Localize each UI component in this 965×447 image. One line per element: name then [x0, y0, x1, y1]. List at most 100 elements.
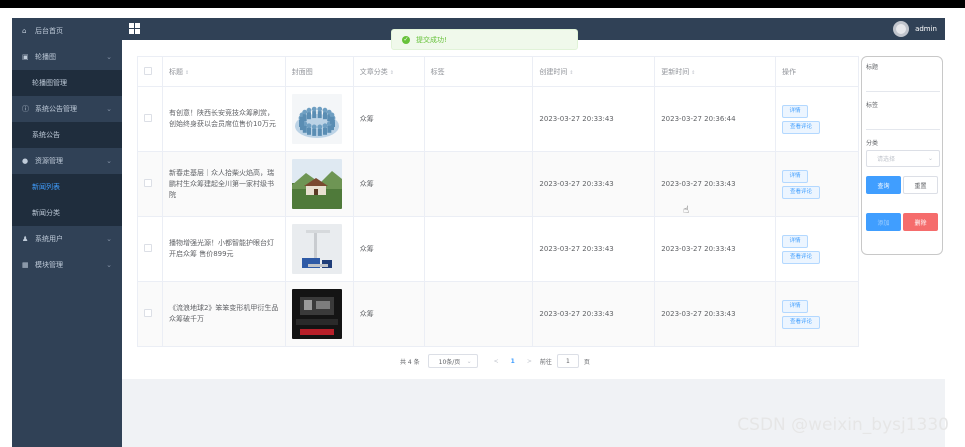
title-cell: 播物增强光源！小都智能护眼台灯开启众筹 售价899元 — [161, 216, 286, 282]
user-menu[interactable]: admin — [893, 21, 937, 37]
view-comments-button[interactable]: 查看评论 — [782, 120, 821, 134]
column-header-created[interactable]: 创建时间 ⇕ — [532, 56, 656, 87]
view-comments-button[interactable]: 查看评论 — [782, 185, 821, 199]
column-header-category[interactable]: 文章分类 ⇕ — [352, 56, 425, 87]
created-cell: 2023-03-27 20:33:43 — [532, 151, 656, 217]
detail-button[interactable]: 详情 — [782, 299, 809, 313]
table-row: 《流浪地球2》笨笨变形机甲衍生品众筹破千万 众筹 2023-03-27 20:33:… — [137, 281, 859, 347]
row-select-cell[interactable] — [137, 151, 163, 217]
row-checkbox[interactable] — [144, 114, 152, 122]
category-select[interactable]: 请选择 ⌄ — [866, 150, 940, 167]
sidebar-item[interactable]: 新闻列表 — [12, 174, 122, 200]
username: admin — [915, 25, 937, 33]
cover-image[interactable] — [291, 289, 353, 339]
chevron-icon: ⌄ — [106, 261, 112, 269]
goto-page-input[interactable]: 1 — [556, 354, 579, 368]
home-icon: ⌂ — [22, 27, 27, 35]
title-cell: 有创意！陕西长安竞技众筹刷赏，创始终身获以会员席位售价10万元 — [161, 86, 286, 152]
actions-cell: 详情 查看评论 — [775, 216, 859, 282]
select-all-checkbox[interactable] — [144, 66, 152, 75]
cover-image[interactable] — [291, 224, 353, 274]
user-icon: ♟ — [22, 235, 29, 243]
row-checkbox[interactable] — [144, 309, 152, 317]
sidebar-item[interactable]: ● 资源管理 ⌄ — [12, 148, 122, 174]
sidebar-item[interactable]: 系统公告 — [12, 122, 122, 148]
cover-image[interactable] — [291, 159, 353, 209]
sidebar: ⌂ 后台首页 ▣ 轮播图 ⌄ 轮播图管理 ⓘ 系统公告管理 ⌄ 系统公告 ● 资源管理 ⌄ 新闻列表新闻分… — [12, 18, 122, 447]
cover-cell — [284, 151, 354, 217]
sort-icon[interactable]: ⇕ — [185, 70, 189, 76]
sidebar-item-label: 新闻分类 — [32, 209, 60, 217]
sidebar-item[interactable]: ⌂ 后台首页 — [12, 18, 122, 44]
view-comments-button[interactable]: 查看评论 — [782, 250, 821, 264]
goto-suffix: 页 — [583, 358, 590, 366]
title-cell: 《流浪地球2》笨笨变形机甲衍生品众筹破千万 — [161, 281, 286, 347]
sidebar-item[interactable]: 轮播图管理 — [12, 70, 122, 96]
chevron-down-icon: ⌄ — [927, 155, 933, 162]
updated-cell: 2023-03-27 20:33:43 — [654, 151, 777, 217]
sidebar-item[interactable]: ▣ 轮播图 ⌄ — [12, 44, 122, 70]
column-header-updated[interactable]: 更新时间 ⇕ — [654, 56, 777, 87]
table-row: 新春走基层｜众人拾柴火焰高，瑞鹏村生众筹建起全川第一家村级书院 众筹 2023-03… — [137, 151, 859, 217]
sidebar-item-label: 轮播图 — [35, 53, 56, 61]
prev-page-button[interactable]: < — [494, 358, 499, 365]
check-circle-icon: ✓ — [402, 35, 410, 44]
row-checkbox[interactable] — [144, 244, 152, 252]
goto-label: 前往 — [539, 358, 552, 366]
table-row: 有创意！陕西长安竞技众筹刷赏，创始终身获以会员席位售价10万元 众筹 2023-03… — [137, 86, 859, 152]
sort-icon[interactable]: ⇕ — [691, 70, 695, 76]
category-label: 分类 — [866, 140, 879, 147]
created-cell: 2023-03-27 20:33:43 — [532, 86, 656, 152]
page-number-current[interactable]: 1 — [511, 358, 515, 365]
sidebar-item[interactable]: ⓘ 系统公告管理 ⌄ — [12, 96, 122, 122]
title-input[interactable] — [866, 74, 940, 92]
add-button[interactable]: 添加 — [866, 213, 901, 231]
query-button[interactable]: 查询 — [866, 176, 901, 194]
sidebar-item[interactable]: 新闻分类 — [12, 200, 122, 226]
tags-cell — [423, 281, 534, 347]
column-header-title[interactable]: 标题 ⇕ — [161, 56, 286, 87]
detail-button[interactable]: 详情 — [782, 234, 809, 248]
pin-icon: ● — [22, 157, 29, 165]
sort-icon[interactable]: ⇕ — [390, 70, 394, 76]
delete-button[interactable]: 删除 — [903, 213, 938, 231]
pagination-total: 共 4 条 — [400, 358, 420, 366]
row-select-cell[interactable] — [137, 216, 163, 282]
category-cell: 众筹 — [352, 216, 425, 282]
cover-image[interactable] — [291, 94, 353, 144]
category-cell: 众筹 — [352, 151, 425, 217]
window-top-strip — [0, 0, 965, 8]
view-comments-button[interactable]: 查看评论 — [782, 315, 821, 329]
table-header-row: 标题 ⇕ 封面图 文章分类 ⇕ 标签 创建时间 ⇕ 更新时间 ⇕ 操作 — [137, 56, 859, 87]
news-table: 标题 ⇕ 封面图 文章分类 ⇕ 标签 创建时间 ⇕ 更新时间 ⇕ 操作 有创意！陕西长安… — [137, 56, 859, 347]
chevron-icon: ⌄ — [106, 157, 112, 165]
sidebar-item[interactable]: ▦ 模块管理 ⌄ — [12, 252, 122, 278]
menu-toggle-icon[interactable] — [129, 23, 140, 34]
detail-button[interactable]: 详情 — [782, 104, 809, 118]
category-cell: 众筹 — [352, 86, 425, 152]
image-icon: ▣ — [22, 53, 29, 61]
row-select-cell[interactable] — [137, 281, 163, 347]
tags-cell — [423, 216, 534, 282]
next-page-button[interactable]: > — [527, 358, 532, 365]
updated-cell: 2023-03-27 20:33:43 — [654, 281, 777, 347]
info-icon: ⓘ — [22, 105, 29, 113]
watermark: CSDN @weixin_bysj1330 — [737, 415, 949, 435]
sidebar-item[interactable]: ♟ 系统用户 ⌄ — [12, 226, 122, 252]
page-size-select[interactable]: 10条/页 ⌄ — [427, 354, 478, 368]
row-checkbox[interactable] — [144, 179, 152, 187]
detail-button[interactable]: 详情 — [782, 169, 809, 183]
sort-icon[interactable]: ⇕ — [569, 70, 573, 76]
row-select-cell[interactable] — [137, 86, 163, 152]
table-row: 播物增强光源！小都智能护眼台灯开启众筹 售价899元 众筹 2023-03-27 2… — [137, 216, 859, 282]
tags-input[interactable] — [866, 112, 940, 130]
sidebar-item-label: 系统公告 — [32, 131, 60, 139]
chevron-down-icon: ⌄ — [466, 357, 472, 365]
toast-message: 提交成功! — [416, 35, 447, 44]
avatar[interactable] — [893, 21, 910, 37]
chevron-icon: ⌄ — [106, 53, 112, 61]
actions-cell: 详情 查看评论 — [775, 281, 859, 347]
column-header-tags: 标签 — [423, 56, 534, 87]
reset-button[interactable]: 重置 — [903, 176, 938, 194]
select-all-header[interactable] — [137, 56, 163, 87]
